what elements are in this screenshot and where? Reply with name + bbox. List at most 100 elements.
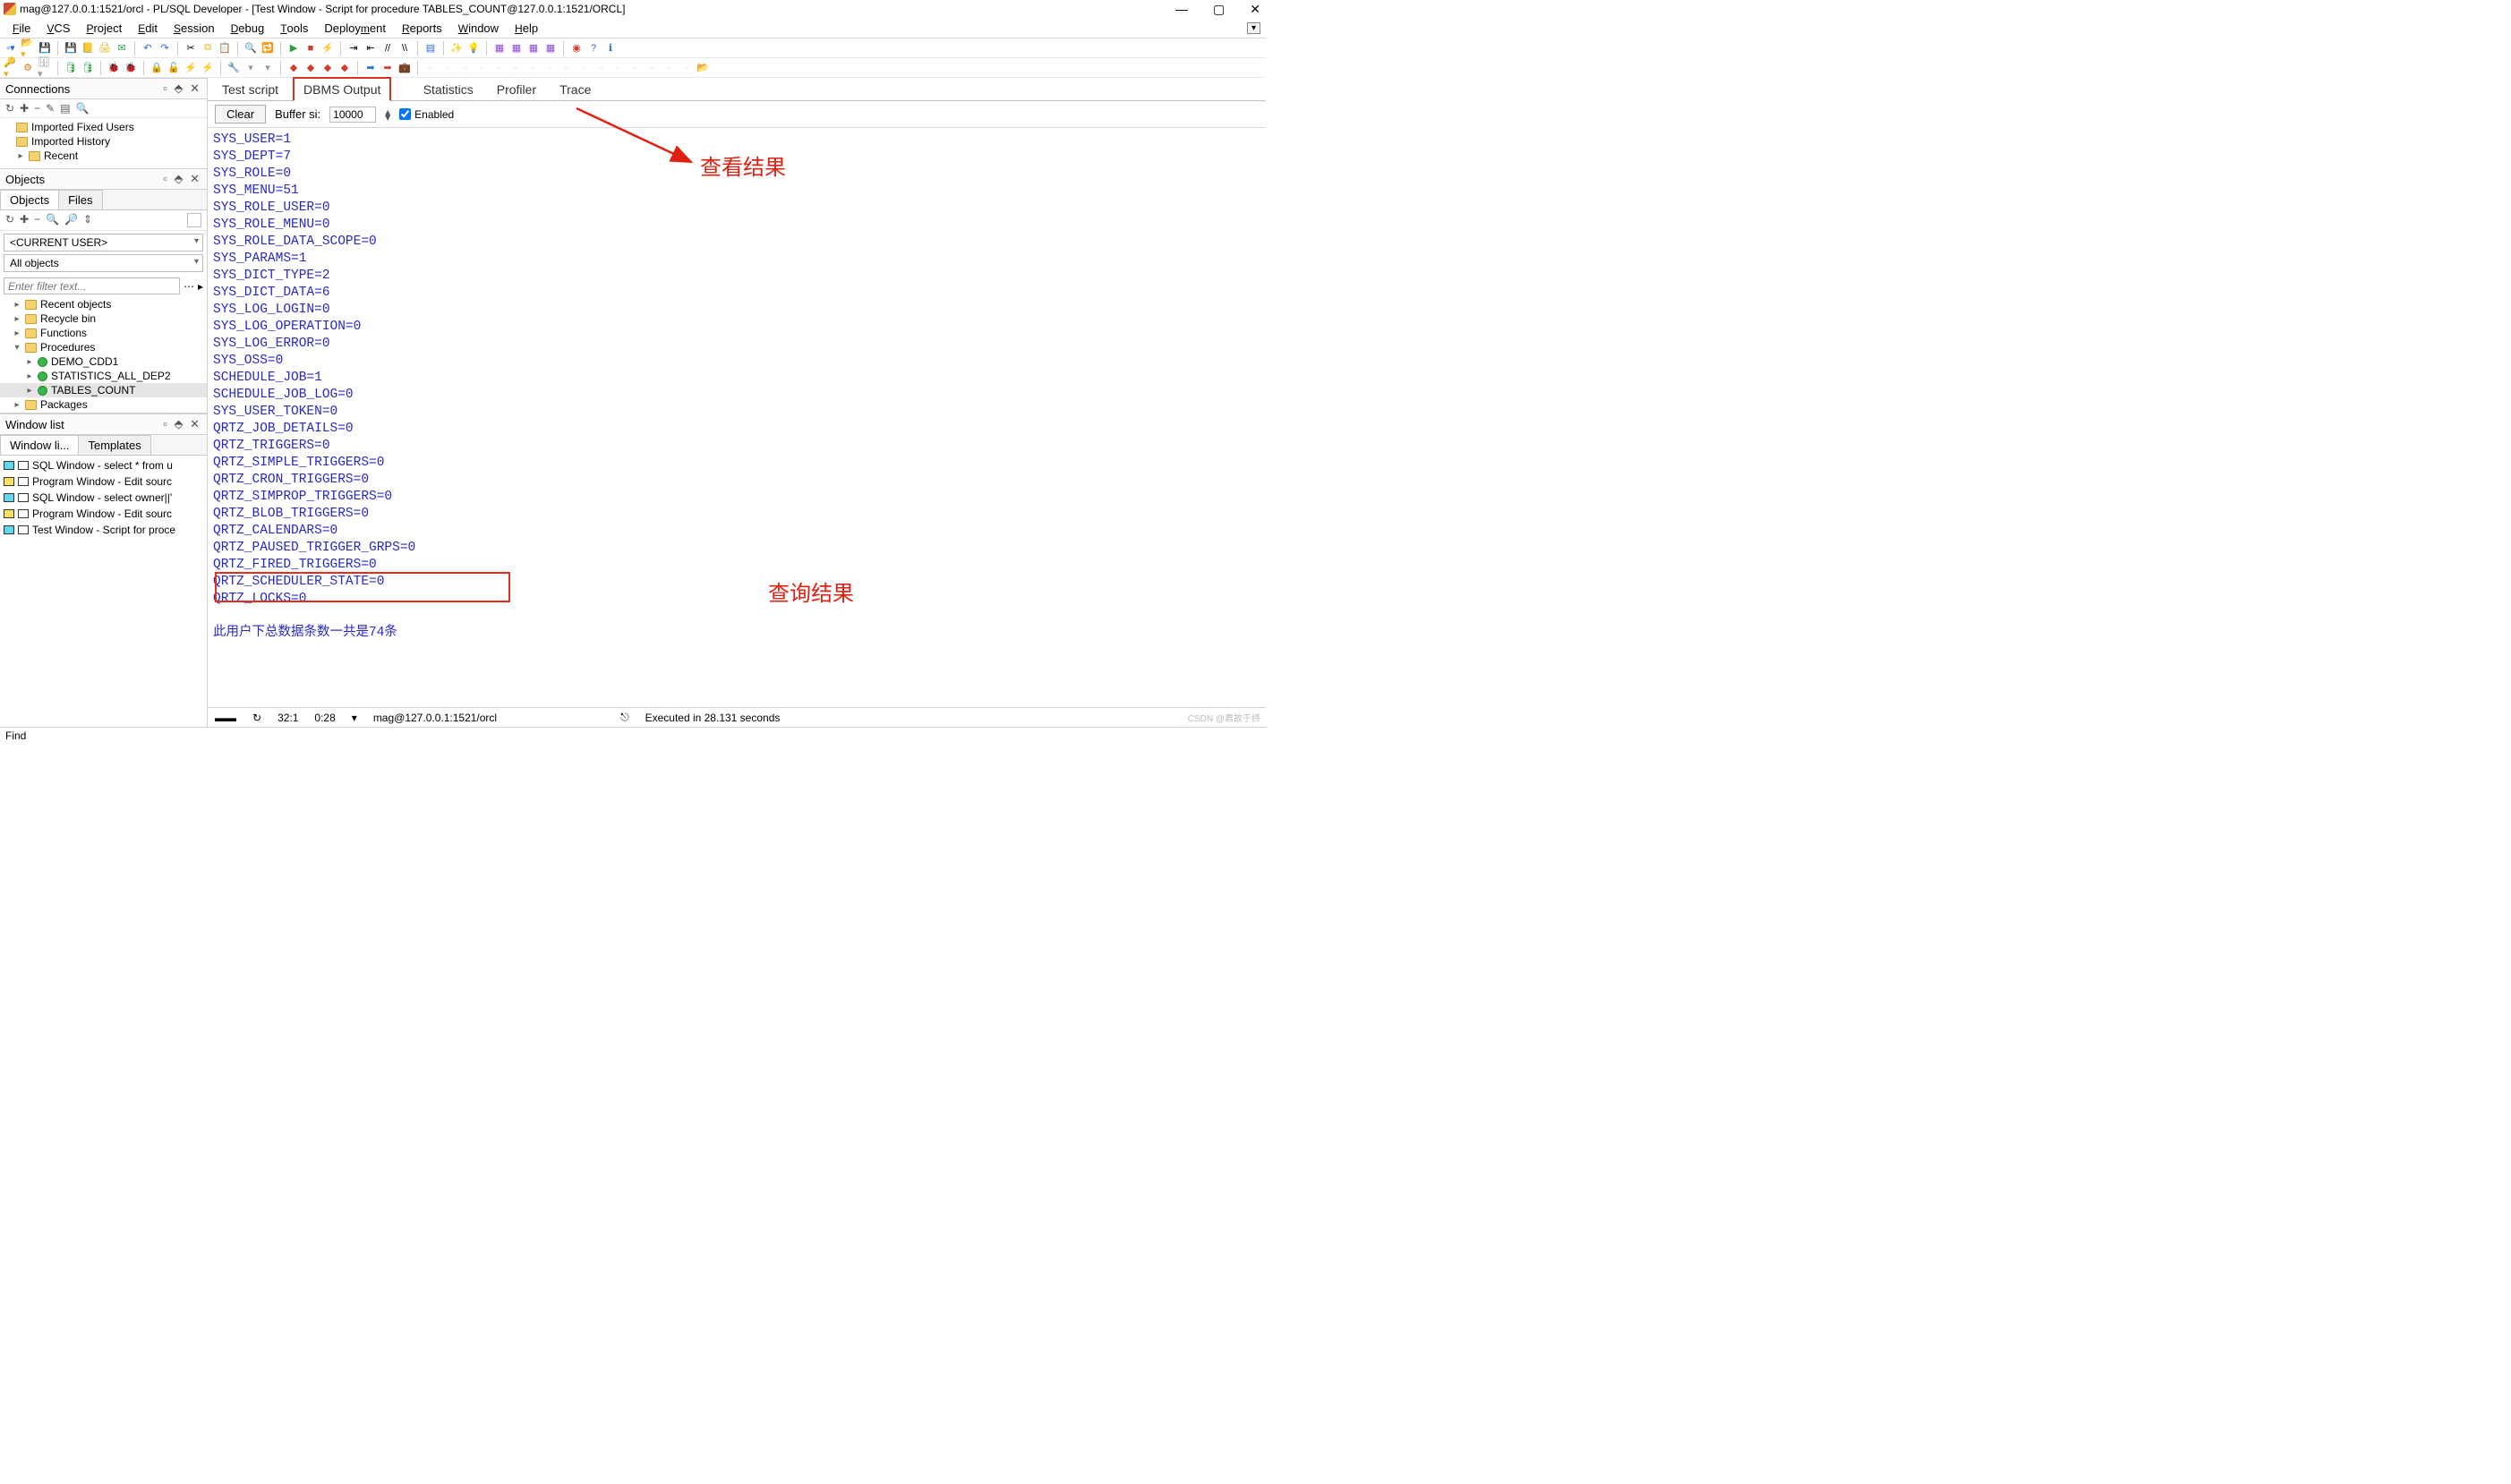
paste-icon[interactable]: 📋 [218, 41, 232, 55]
print-icon[interactable]: 🖨 [98, 41, 112, 55]
window-list-item[interactable]: SQL Window - select * from u [0, 457, 207, 473]
clear-button[interactable]: Clear [215, 105, 266, 124]
diamond1-icon[interactable]: ◆ [286, 61, 301, 75]
undo-icon[interactable]: ↶ [141, 41, 155, 55]
tab-windowlist[interactable]: Window li... [0, 435, 79, 455]
window-list-icon[interactable]: ▤ [423, 41, 438, 55]
tree-item[interactable]: ▸Functions [0, 326, 207, 340]
key-icon[interactable]: 🔑▾ [4, 61, 18, 75]
find-conn-icon[interactable]: 🔍 [76, 102, 90, 115]
cut-icon[interactable]: ✂ [184, 41, 198, 55]
tab-statistics[interactable]: Statistics [414, 79, 483, 100]
refresh-icon[interactable]: ↻ [5, 213, 14, 227]
tree-item[interactable]: ▸Recycle bin [0, 311, 207, 326]
mdi-restore-icon[interactable]: ▾ [1247, 22, 1260, 34]
execute-icon[interactable]: ▶ [286, 41, 301, 55]
minus-icon[interactable]: − [34, 102, 40, 115]
plus-icon[interactable]: ✚ [20, 213, 29, 227]
open-icon[interactable]: 📂▾ [21, 41, 35, 55]
find-bar[interactable]: Find [0, 727, 1266, 745]
scope-dropdown[interactable]: All objects [4, 254, 203, 272]
panel-pin-icons[interactable]: ▫ ⬘ ✕ [163, 172, 201, 186]
tree-item[interactable]: ▸Recent objects [0, 297, 207, 311]
enabled-check-input[interactable] [399, 108, 411, 120]
wrench-icon[interactable]: 🔧 [226, 61, 241, 75]
sort-icon[interactable]: ⇕ [83, 213, 92, 227]
expand-icon[interactable]: ▸ [13, 400, 21, 410]
refresh-status-icon[interactable]: ↻ [252, 712, 261, 724]
grid-icon[interactable]: ▦ [492, 41, 507, 55]
grid2-icon[interactable]: ▦ [509, 41, 524, 55]
filter-input[interactable] [4, 277, 180, 294]
dropdown-square-icon[interactable] [187, 213, 201, 227]
email-icon[interactable]: ✉ [115, 41, 129, 55]
explain-icon[interactable]: ⚡ [320, 41, 335, 55]
db-icon[interactable]: 🗄▾ [38, 61, 52, 75]
beautify-icon[interactable]: ✨ [449, 41, 464, 55]
tree-item[interactable]: ▸Packages [0, 397, 207, 412]
save-all-icon[interactable]: 💾 [64, 41, 78, 55]
tree-item[interactable]: ▸DEMO_CDD1 [0, 354, 207, 369]
dbms-output-area[interactable]: SYS_USER=1 SYS_DEPT=7 SYS_ROLE=0 SYS_MEN… [208, 128, 1266, 707]
enabled-checkbox[interactable]: Enabled [399, 108, 454, 121]
buffer-input[interactable]: 10000 [329, 107, 376, 123]
stop-icon[interactable]: ■ [303, 41, 318, 55]
maximize-button[interactable]: ▢ [1213, 2, 1225, 17]
tab-trace[interactable]: Trace [551, 79, 600, 100]
menu-vcs[interactable]: VCS [39, 20, 77, 37]
expand-icon[interactable]: ▸ [25, 357, 34, 367]
tab-test-script[interactable]: Test script [213, 79, 287, 100]
window-list-item[interactable]: SQL Window - select owner||' [0, 490, 207, 506]
lock2-icon[interactable]: 🔓 [167, 61, 181, 75]
menu-project[interactable]: Project [79, 20, 129, 37]
commit-icon[interactable]: 🛢 [64, 61, 78, 75]
arrow-right-icon[interactable]: ➡ [363, 61, 378, 75]
filter-menu-icon[interactable]: ⋯ [184, 280, 194, 293]
filter-go-icon[interactable]: ▸ [198, 280, 203, 293]
tree-item[interactable]: ▸STATISTICS_ALL_DEP2 [0, 369, 207, 383]
panel-pin-icons[interactable]: ▫ ⬘ ✕ [163, 417, 201, 431]
bug-icon[interactable]: 🐞 [107, 61, 121, 75]
replace-icon[interactable]: 🔁 [260, 41, 275, 55]
find2-icon[interactable]: 🔎 [64, 213, 78, 227]
expand-icon[interactable]: ▸ [13, 328, 21, 338]
fold-icon[interactable]: ▤ [60, 102, 70, 115]
window-list-item[interactable]: Program Window - Edit sourc [0, 473, 207, 490]
comment-icon[interactable]: // [380, 41, 395, 55]
tab-dbms-output[interactable]: DBMS Output [293, 77, 391, 101]
grid4-icon[interactable]: ▦ [543, 41, 558, 55]
diamond2-icon[interactable]: ◆ [303, 61, 318, 75]
tree-item[interactable]: Imported Fixed Users [4, 120, 205, 134]
menu-tools[interactable]: Tools [273, 20, 315, 37]
add-icon[interactable]: ✚ [20, 102, 29, 115]
find-icon[interactable]: 🔍 [46, 213, 59, 227]
tab-objects[interactable]: Objects [0, 190, 59, 209]
conn-dropdown-icon[interactable]: ▾ [352, 712, 357, 724]
minimize-button[interactable]: — [1175, 2, 1188, 17]
end-icon[interactable]: 📂 [696, 61, 710, 75]
edit-icon[interactable]: ✎ [46, 102, 55, 115]
diamond3-icon[interactable]: ◆ [320, 61, 335, 75]
outdent-icon[interactable]: ⇤ [363, 41, 378, 55]
refresh-icon[interactable]: ↻ [5, 102, 14, 115]
diamond4-icon[interactable]: ◆ [337, 61, 352, 75]
tree-item[interactable]: ▸TABLES_COUNT [0, 383, 207, 397]
window-list-item[interactable]: Test Window - Script for proce [0, 522, 207, 538]
menu-file[interactable]: File [5, 20, 38, 37]
help-icon[interactable]: ? [586, 41, 601, 55]
expand-icon[interactable]: ▸ [25, 371, 34, 381]
bolt1-icon[interactable]: ⚡ [184, 61, 198, 75]
menu-help[interactable]: Help [508, 20, 545, 37]
project-icon[interactable]: 📒 [81, 41, 95, 55]
cfg-icon[interactable]: ▾ [243, 61, 258, 75]
oracle-icon[interactable]: ◉ [569, 41, 584, 55]
rollback-icon[interactable]: 🛢 [81, 61, 95, 75]
info-icon[interactable]: ℹ [603, 41, 618, 55]
window-list-item[interactable]: Program Window - Edit sourc [0, 506, 207, 522]
tab-files[interactable]: Files [58, 190, 102, 209]
cfg2-icon[interactable]: ▾ [260, 61, 275, 75]
tab-profiler[interactable]: Profiler [488, 79, 545, 100]
save-icon[interactable]: 💾 [38, 41, 52, 55]
minus-icon[interactable]: − [34, 213, 40, 227]
buffer-spinner[interactable]: ▴▾ [385, 109, 390, 120]
